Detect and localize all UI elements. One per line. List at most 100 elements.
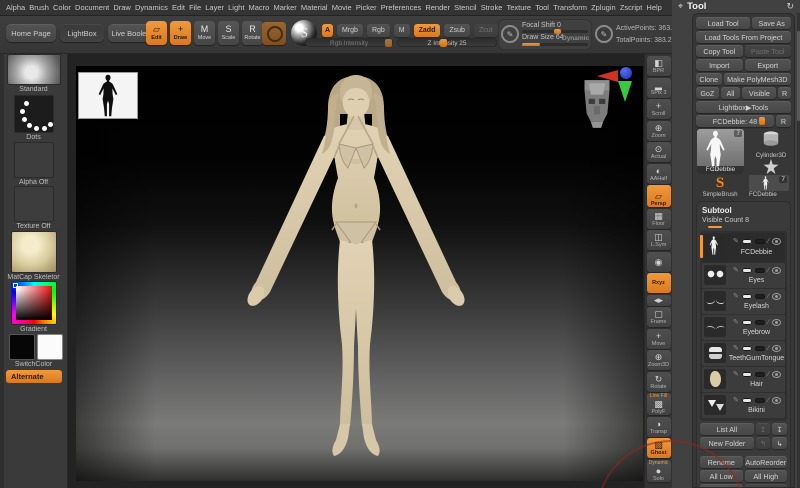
import-button[interactable]: Import (696, 59, 743, 71)
zadd-button[interactable]: Zadd (414, 24, 441, 37)
menu-item[interactable]: Document (75, 3, 109, 12)
move-down-folder-icon[interactable]: ↳ (772, 437, 787, 449)
shelf-button[interactable]: ▨ Ghost (647, 438, 671, 458)
shelf-button[interactable]: ▦ Floor (647, 209, 671, 229)
z-intensity-slider[interactable]: Z Intensity 25 (397, 38, 497, 47)
shelf-button[interactable]: ▢ Frame (647, 307, 671, 327)
export-button[interactable]: Export (745, 59, 792, 71)
active-tool-slider[interactable]: FCDebbie: 48 (696, 115, 774, 127)
model-figure[interactable] (236, 74, 476, 462)
render-toggle-icon[interactable] (755, 294, 765, 299)
shelf-button[interactable]: Dynamic ▱ Persp (647, 185, 671, 207)
paint-icon[interactable]: ∕ (768, 371, 769, 378)
save-as-button[interactable]: Save As (752, 17, 791, 29)
paste-tool-button[interactable]: Paste Tool (745, 45, 792, 57)
refresh-icon[interactable]: ↻ (786, 1, 794, 12)
subtool-thumbnail[interactable] (704, 291, 726, 311)
z-axis-dot-icon[interactable] (620, 67, 632, 79)
menu-item[interactable]: Transform (553, 3, 587, 12)
stroke-preview-button[interactable] (262, 22, 286, 45)
subtool-row[interactable]: ✎ ∕ Eyelash (702, 289, 785, 314)
menu-item[interactable]: Marker (273, 3, 296, 12)
x-axis-arrow-icon[interactable] (597, 70, 618, 82)
subtool-title[interactable]: Subtool (702, 206, 787, 215)
rgb-intensity-thumb[interactable] (385, 39, 392, 47)
eye-icon[interactable] (772, 371, 781, 378)
secondary-color-swatch[interactable] (37, 334, 63, 360)
subtool-row[interactable]: ✎ ∕ Eyes (702, 263, 785, 288)
dots-stroke-thumbnail[interactable] (14, 95, 54, 133)
make-polymesh3d-button[interactable]: Make PolyMesh3D (724, 73, 791, 85)
zcut-button[interactable]: Zcut (474, 24, 498, 37)
render-toggle-icon[interactable] (755, 398, 765, 403)
visible-count-slider[interactable] (708, 226, 722, 228)
subtool-thumbnail[interactable] (704, 265, 726, 285)
menu-item[interactable]: Zscript (620, 3, 643, 12)
slider-thumb[interactable] (759, 117, 765, 125)
copy-tool-button[interactable]: Copy Tool (696, 45, 743, 57)
shelf-button[interactable]: ◑ Transp (647, 417, 671, 437)
new-folder-button[interactable]: New Folder (700, 437, 754, 449)
list-all-button[interactable]: List All (700, 423, 754, 435)
shelf-button[interactable]: ◧ BPR (647, 56, 671, 76)
lightbox-tools-button[interactable]: Lightbox▶Tools (696, 101, 791, 113)
all-high-button[interactable]: All High (745, 470, 788, 482)
mode-button[interactable]: S Scale (218, 21, 239, 45)
subtool-row[interactable]: ✎ ∕ Bikini (702, 393, 785, 418)
eye-icon[interactable] (772, 397, 781, 404)
shelf-button[interactable]: ↻ Rotate (647, 372, 671, 392)
simplebrush-tile[interactable]: S SimpleBrush (698, 176, 742, 198)
color-picker[interactable] (11, 281, 57, 325)
render-toggle-icon[interactable] (755, 268, 765, 273)
visible-button[interactable]: Visible (742, 87, 776, 99)
z-intensity-thumb[interactable] (440, 39, 447, 47)
menu-item[interactable]: Picker (356, 3, 377, 12)
a-toggle-button[interactable]: A (322, 24, 333, 37)
eye-icon[interactable] (772, 293, 781, 300)
shelf-button[interactable]: ⊙ Actual (647, 142, 671, 162)
subtool-row[interactable]: ✎ ∕ TeethGumTongue (702, 341, 785, 366)
edit-icon[interactable]: ✎ (733, 371, 739, 378)
shelf-button[interactable]: ◂▸ (647, 295, 671, 306)
subtool-down-icon[interactable]: ↧ (772, 423, 787, 435)
menu-item[interactable]: Stencil (454, 3, 477, 12)
visibility-toggle-icon[interactable] (742, 268, 752, 273)
subtool-thumbnail[interactable] (704, 369, 726, 389)
robot-head-icon[interactable] (580, 78, 614, 130)
subtool-thumbnail[interactable] (704, 317, 726, 337)
eye-icon[interactable] (772, 319, 781, 326)
goz-button[interactable]: GoZ (696, 87, 719, 99)
paint-icon[interactable]: ∕ (768, 267, 769, 274)
edit-icon[interactable]: ✎ (733, 293, 739, 300)
visibility-toggle-icon[interactable] (742, 239, 752, 244)
menu-item[interactable]: File (189, 3, 201, 12)
clone-button[interactable]: Clone (696, 73, 722, 85)
pick-icon[interactable]: ⌖ (678, 1, 683, 12)
render-toggle-icon[interactable] (755, 372, 765, 377)
standard-brush-thumbnail[interactable] (7, 54, 61, 85)
shelf-button[interactable]: + Scroll (647, 99, 671, 119)
subtool-row[interactable]: ✎ ∕ FCDebbie (702, 233, 785, 262)
shelf-button[interactable]: ◫ L.Sym (647, 230, 671, 250)
active-tool-thumbnail[interactable]: 7 FCDebbie (697, 129, 744, 174)
rename-button[interactable]: Rename (700, 456, 743, 468)
edit-icon[interactable]: ✎ (733, 319, 739, 326)
visible-count-label[interactable]: Visible Count 8 (702, 217, 787, 224)
edit-icon[interactable]: ✎ (733, 267, 739, 274)
render-toggle-icon[interactable] (755, 239, 765, 244)
subtool-up-icon[interactable]: ↥ (756, 423, 771, 435)
saturation-value-square[interactable] (16, 286, 52, 320)
subtool-row[interactable]: ✎ ∕ Hair (702, 367, 785, 392)
viewport[interactable] (68, 54, 644, 488)
render-toggle-icon[interactable] (755, 320, 765, 325)
render-toggle-icon[interactable] (755, 346, 765, 351)
zsub-button[interactable]: Zsub (444, 24, 470, 37)
menu-item[interactable]: Draw (113, 3, 131, 12)
subtool-thumbnail[interactable] (704, 235, 726, 259)
main-color-swatch[interactable] (9, 334, 35, 360)
menu-item[interactable]: Zplugin (591, 3, 616, 12)
r-button[interactable]: R (778, 87, 791, 99)
subtool-thumbnail[interactable] (704, 343, 726, 363)
lightbox-button[interactable]: LightBox (60, 24, 104, 42)
eye-icon[interactable] (772, 345, 781, 352)
